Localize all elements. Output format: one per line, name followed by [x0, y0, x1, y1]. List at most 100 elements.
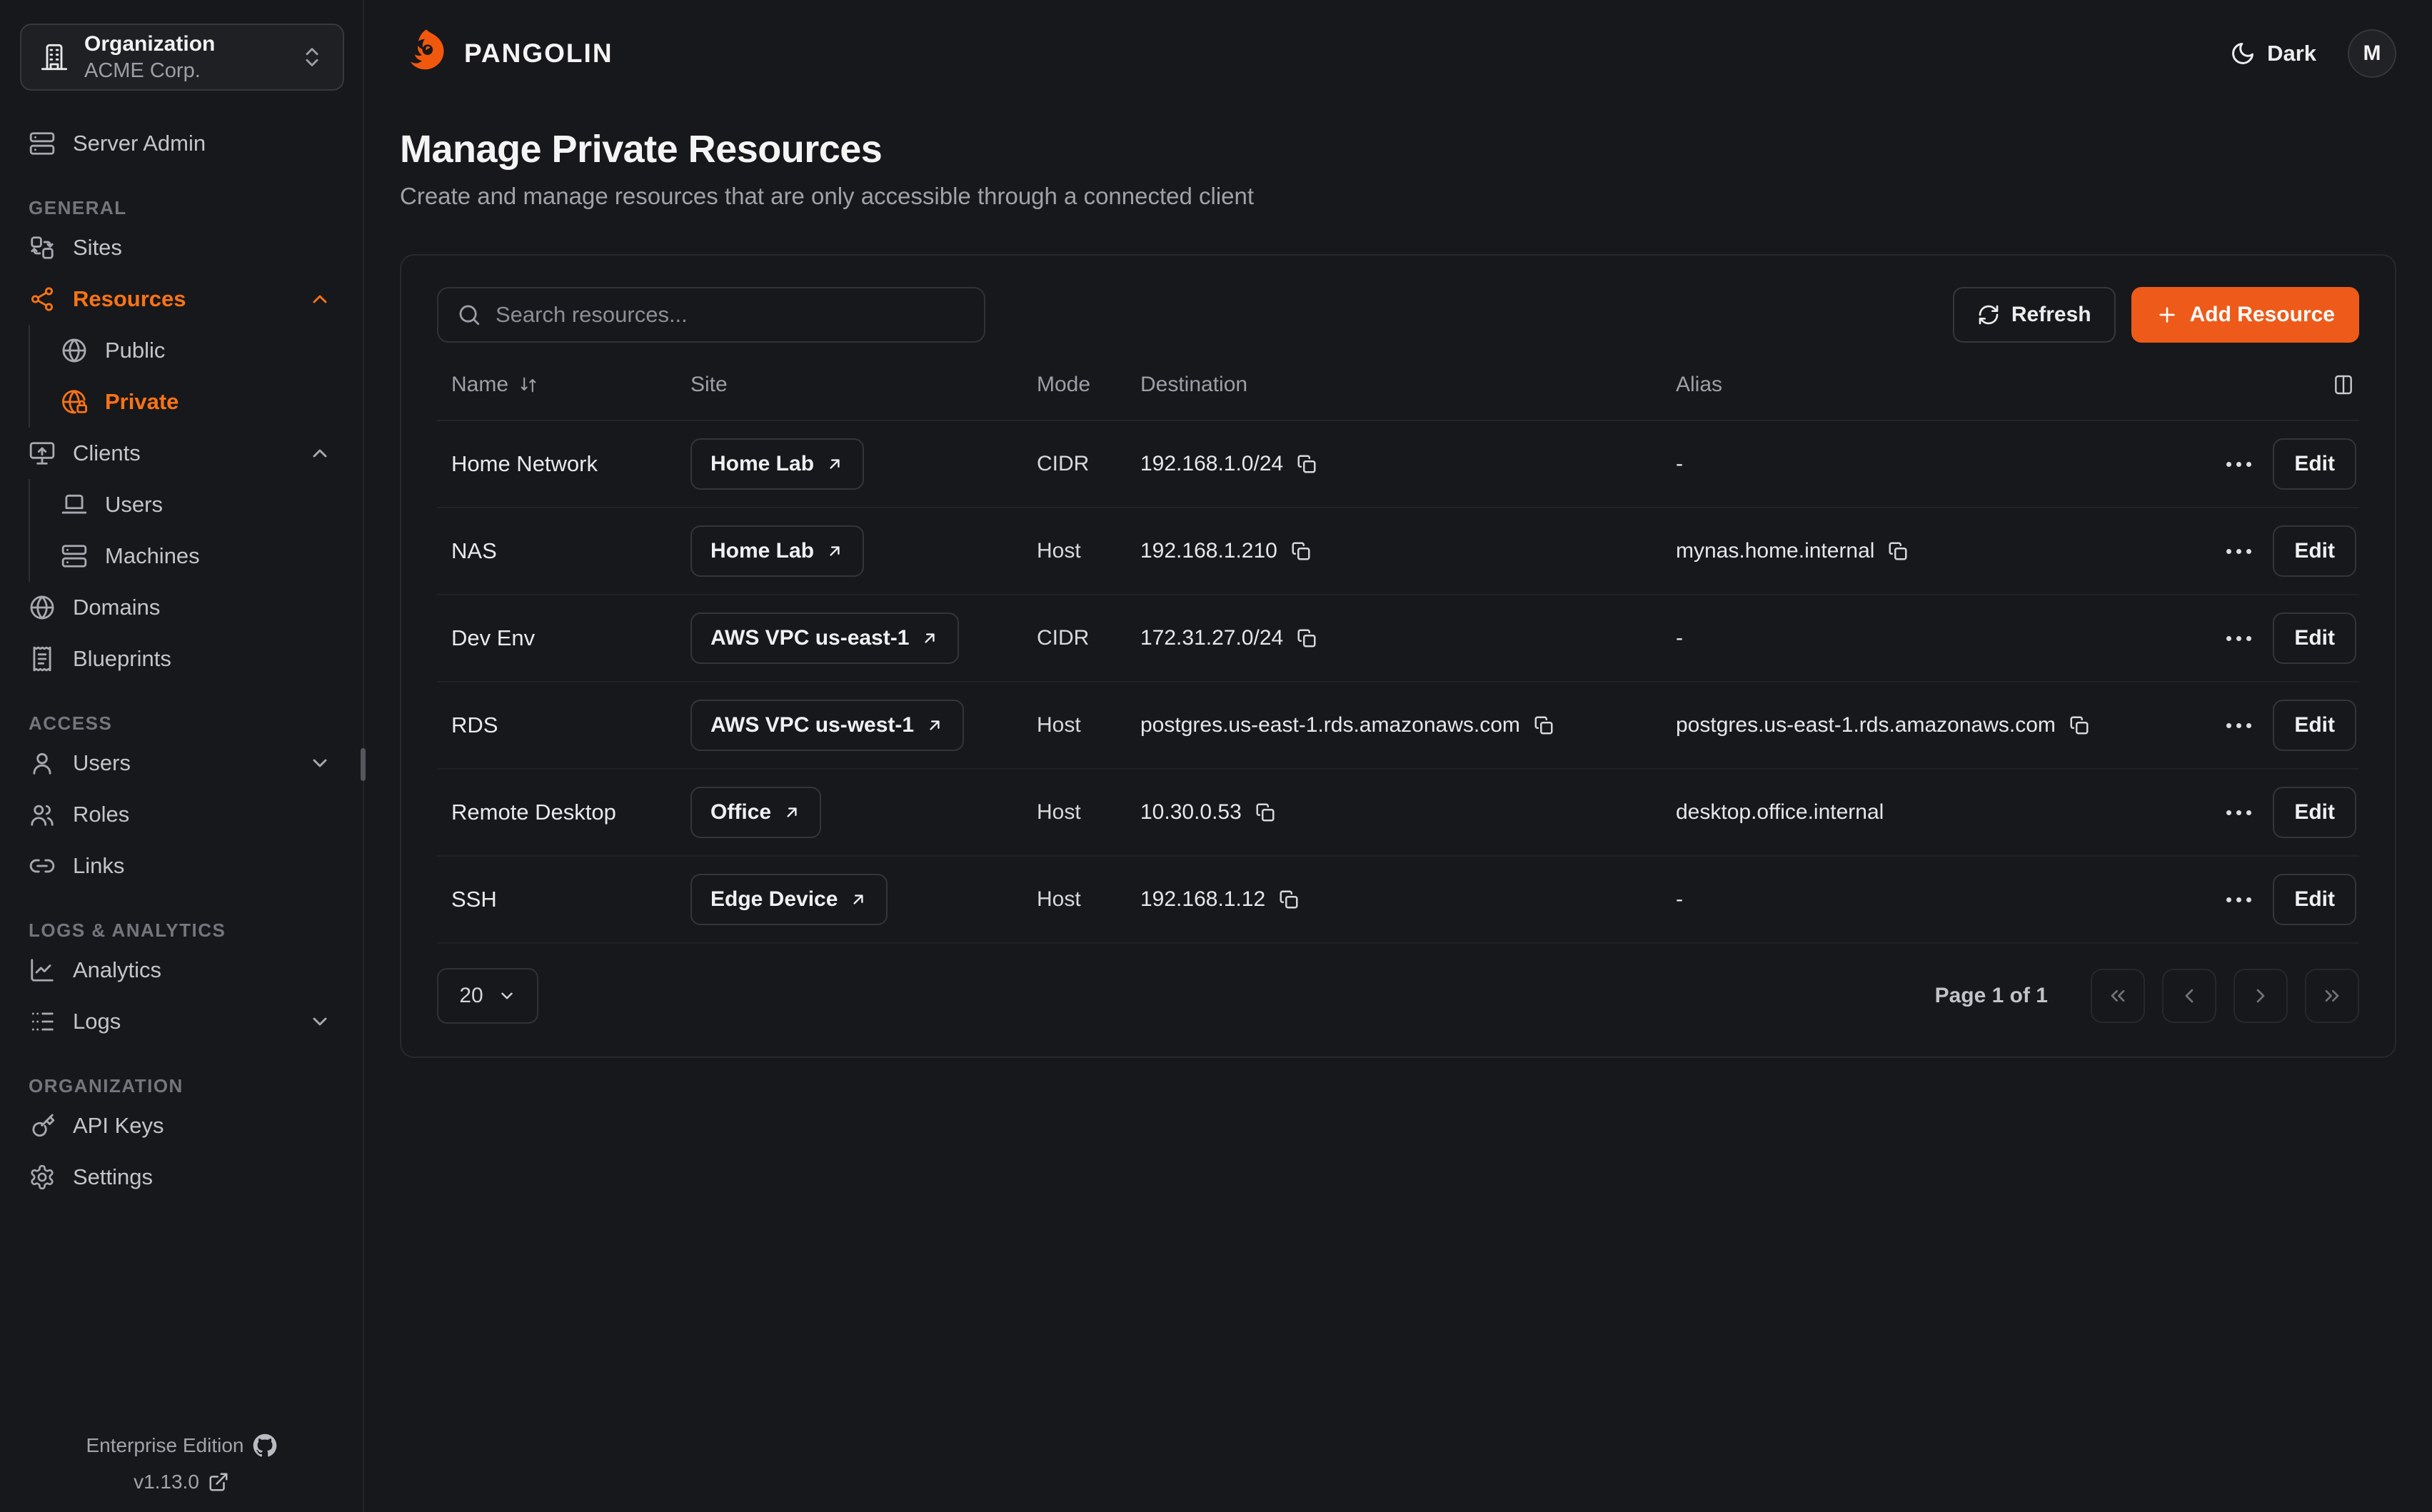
last-page-button[interactable]	[2305, 969, 2359, 1023]
sidebar-item-label: Users	[73, 750, 131, 776]
search-input[interactable]	[496, 302, 965, 328]
column-header-mode: Mode	[1022, 373, 1126, 397]
sidebar-item-users[interactable]: Users	[0, 737, 363, 789]
sidebar-section-logs-analytics: LOGS & ANALYTICS	[0, 916, 363, 944]
sidebar-item-server-admin[interactable]: Server Admin	[0, 118, 363, 169]
sidebar-item-clients[interactable]: Clients	[0, 428, 363, 479]
resource-destination: 172.31.27.0/24	[1140, 626, 1283, 650]
app-root: Organization ACME Corp. Server Admin GEN…	[0, 0, 2432, 1512]
gear-icon	[29, 1164, 56, 1191]
copy-icon[interactable]	[2069, 715, 2090, 736]
resource-destination: 192.168.1.210	[1140, 539, 1277, 563]
resources-icon	[29, 286, 56, 313]
server-icon	[61, 543, 88, 570]
copy-icon[interactable]	[1533, 715, 1554, 736]
site-link-button[interactable]: Home Lab	[690, 525, 864, 577]
edit-button[interactable]: Edit	[2273, 525, 2356, 577]
org-selector-label: Organization	[84, 31, 284, 58]
row-menu-button[interactable]	[2226, 897, 2251, 902]
avatar-initial: M	[2363, 41, 2381, 66]
external-link-icon[interactable]	[208, 1471, 229, 1493]
sidebar-item-public[interactable]: Public	[30, 325, 363, 376]
page-info: Page 1 of 1	[1935, 984, 2048, 1008]
sidebar-item-logs[interactable]: Logs	[0, 996, 363, 1047]
org-selector-value: ACME Corp.	[84, 58, 284, 84]
resource-mode: CIDR	[1022, 626, 1126, 650]
edit-button[interactable]: Edit	[2273, 438, 2356, 490]
resources-card: Refresh Add Resource Name Site Mode Dest…	[400, 254, 2396, 1058]
resource-mode: Host	[1022, 539, 1126, 563]
sidebar-item-sites[interactable]: Sites	[0, 222, 363, 273]
users-icon	[29, 801, 56, 828]
row-menu-button[interactable]	[2226, 723, 2251, 728]
copy-icon[interactable]	[1290, 540, 1312, 562]
resource-mode: Host	[1022, 800, 1126, 825]
copy-icon[interactable]	[1296, 453, 1317, 475]
edit-button[interactable]: Edit	[2273, 787, 2356, 838]
row-menu-button[interactable]	[2226, 462, 2251, 467]
edit-button[interactable]: Edit	[2273, 700, 2356, 751]
org-selector[interactable]: Organization ACME Corp.	[20, 24, 344, 91]
site-link-button[interactable]: AWS VPC us-east-1	[690, 613, 959, 664]
row-menu-button[interactable]	[2226, 636, 2251, 641]
copy-icon[interactable]	[1887, 540, 1909, 562]
resource-name: RDS	[437, 712, 676, 738]
sidebar-item-client-users[interactable]: Users	[30, 479, 363, 530]
globe-icon	[29, 594, 56, 621]
sidebar-item-settings[interactable]: Settings	[0, 1151, 363, 1203]
brand-logo[interactable]: PANGOLIN	[400, 28, 613, 79]
receipt-icon	[29, 645, 56, 672]
sidebar-item-private[interactable]: Private	[30, 376, 363, 428]
resource-name: Remote Desktop	[437, 800, 676, 825]
site-link-button[interactable]: Office	[690, 787, 821, 838]
resource-mode: Host	[1022, 713, 1126, 737]
sidebar-item-blueprints[interactable]: Blueprints	[0, 633, 363, 685]
avatar[interactable]: M	[2348, 29, 2396, 78]
site-link-button[interactable]: AWS VPC us-west-1	[690, 700, 964, 751]
copy-icon[interactable]	[1278, 889, 1300, 910]
sidebar-item-label: Sites	[73, 235, 122, 261]
row-menu-button[interactable]	[2226, 549, 2251, 554]
sidebar-item-domains[interactable]: Domains	[0, 582, 363, 633]
theme-toggle[interactable]: Dark	[2230, 41, 2316, 66]
site-link-button[interactable]: Edge Device	[690, 874, 888, 925]
resource-alias: -	[1676, 887, 1683, 912]
next-page-button[interactable]	[2233, 969, 2288, 1023]
first-page-button[interactable]	[2091, 969, 2145, 1023]
copy-icon[interactable]	[1296, 628, 1317, 649]
add-resource-button[interactable]: Add Resource	[2131, 287, 2359, 343]
resource-destination: 10.30.0.53	[1140, 800, 1242, 825]
table-row: SSH Edge Device Host 192.168.1.12 - Edit	[437, 857, 2359, 944]
sidebar-section-organization: ORGANIZATION	[0, 1072, 363, 1100]
edit-button[interactable]: Edit	[2273, 874, 2356, 925]
prev-page-button[interactable]	[2162, 969, 2216, 1023]
brand-name: PANGOLIN	[464, 39, 613, 69]
sidebar-item-resources[interactable]: Resources	[0, 273, 363, 325]
sidebar-item-analytics[interactable]: Analytics	[0, 944, 363, 996]
refresh-button[interactable]: Refresh	[1953, 287, 2116, 343]
resource-name: Dev Env	[437, 625, 676, 651]
pangolin-logo-icon	[400, 28, 451, 79]
theme-label: Dark	[2267, 41, 2316, 66]
sidebar-item-machines[interactable]: Machines	[30, 530, 363, 582]
chevron-up-icon	[308, 288, 331, 311]
copy-icon[interactable]	[1255, 802, 1276, 823]
server-icon	[29, 130, 56, 157]
table-row: NAS Home Lab Host 192.168.1.210 mynas.ho…	[437, 508, 2359, 595]
row-menu-button[interactable]	[2226, 810, 2251, 815]
sidebar-item-api-keys[interactable]: API Keys	[0, 1100, 363, 1151]
github-icon[interactable]	[253, 1433, 277, 1458]
sidebar-section-general: GENERAL	[0, 193, 363, 222]
sidebar-item-links[interactable]: Links	[0, 840, 363, 892]
sidebar-item-roles[interactable]: Roles	[0, 789, 363, 840]
resource-mode: Host	[1022, 887, 1126, 912]
page-size-select[interactable]: 20	[437, 968, 538, 1024]
column-header-name[interactable]: Name	[437, 373, 676, 397]
arrow-up-right-icon	[849, 890, 868, 909]
sidebar-item-label: Clients	[73, 440, 141, 466]
columns-toggle-icon[interactable]	[2332, 373, 2355, 396]
site-link-button[interactable]: Home Lab	[690, 438, 864, 490]
logs-icon	[29, 1008, 56, 1035]
resource-name: NAS	[437, 538, 676, 564]
edit-button[interactable]: Edit	[2273, 613, 2356, 664]
